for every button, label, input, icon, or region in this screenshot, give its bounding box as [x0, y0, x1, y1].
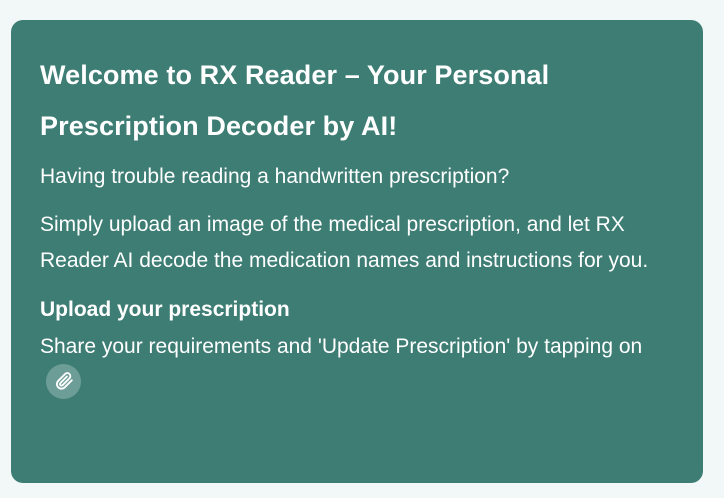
upload-instructions-text: Share your requirements and 'Update Pres…: [40, 335, 643, 358]
upload-instructions: Share your requirements and 'Update Pres…: [40, 328, 674, 402]
welcome-title: Welcome to RX Reader – Your Personal Pre…: [40, 60, 550, 141]
welcome-card: Welcome to RX Reader – Your Personal Pre…: [11, 20, 703, 483]
attach-button[interactable]: [46, 363, 81, 399]
intro-body: Simply upload an image of the medical pr…: [40, 213, 649, 272]
paperclip-icon: [55, 372, 73, 391]
upload-heading: Upload your prescription: [40, 298, 290, 321]
intro-question: Having trouble reading a handwritten pre…: [40, 165, 510, 188]
